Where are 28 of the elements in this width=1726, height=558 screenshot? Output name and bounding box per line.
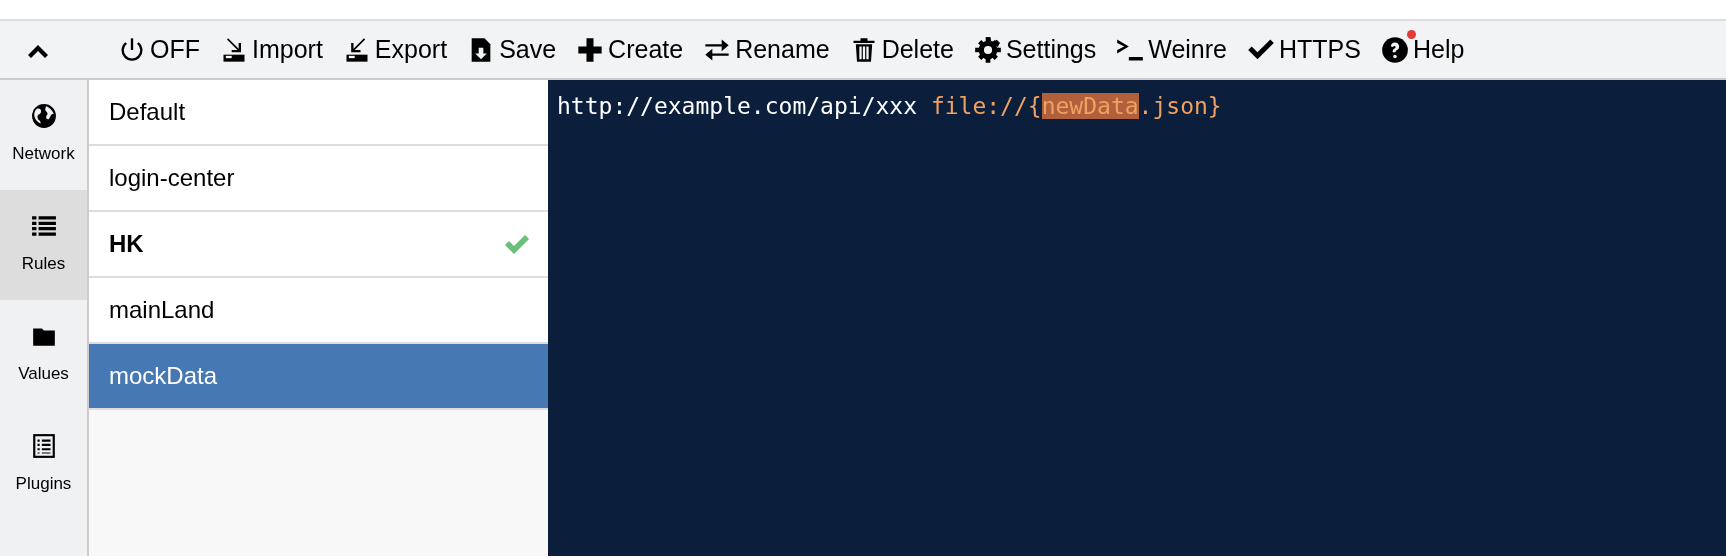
sidebar-tab[interactable]: Plugins [0, 410, 87, 520]
sidebar-tab[interactable]: Values [0, 300, 87, 410]
toolbar-button[interactable]: Import [210, 21, 333, 78]
rule-item[interactable]: HK [89, 212, 548, 278]
help-icon [1380, 35, 1409, 64]
rule-item[interactable]: mainLand [89, 278, 548, 344]
toolbar-button[interactable]: OFF [108, 21, 210, 78]
rule-item[interactable]: Default [89, 80, 548, 146]
toolbar-button[interactable]: Save [457, 21, 567, 78]
rule-item[interactable]: login-center [89, 146, 548, 212]
toolbar-button[interactable]: Help [1370, 21, 1475, 78]
toolbar-button[interactable]: Create [566, 21, 694, 78]
toolbar-button[interactable]: Delete [839, 21, 964, 78]
plus-icon [576, 35, 605, 64]
check-icon [504, 233, 530, 255]
rule-editor[interactable]: http://example.com/api/xxx file://{newData.json} [548, 80, 1726, 556]
toolbar-button[interactable]: Export [332, 21, 458, 78]
sidebar-tab[interactable]: Rules [0, 190, 87, 300]
rule-item[interactable]: mockData [89, 344, 548, 410]
toolbar-button[interactable]: Settings [963, 21, 1107, 78]
settings-icon [973, 35, 1002, 64]
toolbar-button[interactable]: Weinre [1106, 21, 1237, 78]
globe-icon [30, 103, 57, 130]
toolbar-button[interactable]: Rename [693, 21, 840, 78]
code-line: http://example.com/api/xxx file://{newData.json} [557, 92, 1223, 121]
sidebar-tab[interactable]: Network [0, 80, 87, 190]
document-list-icon [30, 433, 57, 460]
toolbar-button[interactable]: HTTPS [1237, 21, 1371, 78]
